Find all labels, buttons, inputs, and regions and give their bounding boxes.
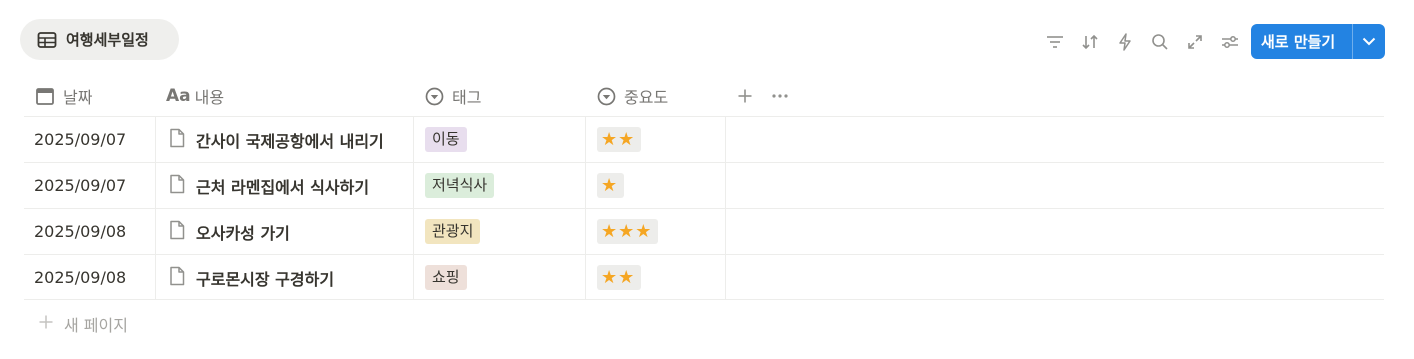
text-aa-icon: Aa bbox=[166, 86, 191, 106]
importance-cell[interactable]: ★ bbox=[586, 163, 726, 208]
column-header-date[interactable]: 날짜 bbox=[35, 76, 92, 116]
table-row[interactable]: 2025/09/08 구로몬시장 구경하기 쇼핑 ★★ bbox=[24, 254, 1384, 300]
plus-icon bbox=[737, 88, 753, 104]
page-title: 근처 라멘집에서 식사하기 bbox=[196, 177, 370, 197]
star-rating: ★★★ bbox=[597, 219, 659, 244]
new-button[interactable]: 새로 만들기 bbox=[1251, 24, 1385, 59]
column-header-importance[interactable]: 중요도 bbox=[597, 76, 668, 116]
select-icon bbox=[425, 87, 444, 106]
expand-icon[interactable] bbox=[1177, 24, 1212, 60]
page-icon bbox=[169, 266, 185, 290]
table-header: 날짜 Aa 내용 태그 중요도 bbox=[24, 76, 1384, 116]
date-cell[interactable]: 2025/09/08 bbox=[24, 209, 156, 254]
chevron-down-icon[interactable] bbox=[1353, 24, 1385, 59]
page-icon bbox=[169, 174, 185, 198]
page-icon bbox=[169, 220, 185, 244]
tag-cell[interactable]: 이동 bbox=[414, 117, 586, 162]
plus-icon bbox=[38, 314, 54, 334]
tag-badge: 이동 bbox=[425, 127, 467, 152]
automation-icon[interactable] bbox=[1107, 24, 1142, 60]
settings-icon[interactable] bbox=[1212, 24, 1247, 60]
column-header-label: 내용 bbox=[194, 88, 225, 107]
search-icon[interactable] bbox=[1142, 24, 1177, 60]
page-title: 간사이 국제공항에서 내리기 bbox=[196, 131, 384, 151]
more-horizontal-icon bbox=[771, 93, 789, 99]
page-icon bbox=[169, 128, 185, 152]
view-tab-label: 여행세부일정 bbox=[66, 31, 149, 49]
view-tab[interactable]: 여행세부일정 bbox=[20, 19, 179, 60]
date-cell[interactable]: 2025/09/08 bbox=[24, 255, 156, 300]
column-header-label: 날짜 bbox=[63, 88, 93, 107]
content-cell[interactable]: 구로몬시장 구경하기 bbox=[156, 255, 414, 300]
date-cell[interactable]: 2025/09/07 bbox=[24, 117, 156, 162]
select-icon bbox=[597, 87, 616, 106]
add-column-button[interactable] bbox=[737, 76, 753, 116]
page-title: 오사카성 가기 bbox=[196, 223, 290, 243]
column-header-tag[interactable]: 태그 bbox=[425, 76, 481, 116]
page-title: 구로몬시장 구경하기 bbox=[196, 269, 335, 289]
importance-cell[interactable]: ★★ bbox=[586, 255, 726, 300]
content-cell[interactable]: 간사이 국제공항에서 내리기 bbox=[156, 117, 414, 162]
table-row[interactable]: 2025/09/08 오사카성 가기 관광지 ★★★ bbox=[24, 208, 1384, 254]
table-body: 2025/09/07 간사이 국제공항에서 내리기 이동 ★★ 2025/09/… bbox=[24, 116, 1384, 300]
content-cell[interactable]: 근처 라멘집에서 식사하기 bbox=[156, 163, 414, 208]
calendar-icon bbox=[35, 86, 55, 106]
more-options-button[interactable] bbox=[771, 76, 789, 116]
star-rating: ★ bbox=[597, 173, 625, 198]
sort-icon[interactable] bbox=[1072, 24, 1107, 60]
tag-cell[interactable]: 저녁식사 bbox=[414, 163, 586, 208]
column-header-content[interactable]: Aa 내용 bbox=[166, 76, 224, 116]
tag-badge: 저녁식사 bbox=[425, 173, 495, 198]
table-row[interactable]: 2025/09/07 간사이 국제공항에서 내리기 이동 ★★ bbox=[24, 116, 1384, 162]
table-row[interactable]: 2025/09/07 근처 라멘집에서 식사하기 저녁식사 ★ bbox=[24, 162, 1384, 208]
column-header-label: 태그 bbox=[452, 88, 482, 107]
tag-badge: 관광지 bbox=[425, 219, 481, 244]
new-page-label: 새 페이지 bbox=[64, 316, 128, 335]
importance-cell[interactable]: ★★★ bbox=[586, 209, 726, 254]
importance-cell[interactable]: ★★ bbox=[586, 117, 726, 162]
date-cell[interactable]: 2025/09/07 bbox=[24, 163, 156, 208]
filter-icon[interactable] bbox=[1037, 24, 1072, 60]
star-rating: ★★ bbox=[597, 265, 642, 290]
new-button-label: 새로 만들기 bbox=[1261, 33, 1336, 51]
table-icon bbox=[37, 31, 57, 49]
content-cell[interactable]: 오사카성 가기 bbox=[156, 209, 414, 254]
new-page-button[interactable]: 새 페이지 bbox=[38, 312, 128, 336]
tag-badge: 쇼핑 bbox=[425, 265, 467, 290]
column-header-label: 중요도 bbox=[624, 88, 669, 107]
tag-cell[interactable]: 관광지 bbox=[414, 209, 586, 254]
star-rating: ★★ bbox=[597, 127, 642, 152]
toolbar bbox=[1037, 24, 1247, 60]
tag-cell[interactable]: 쇼핑 bbox=[414, 255, 586, 300]
